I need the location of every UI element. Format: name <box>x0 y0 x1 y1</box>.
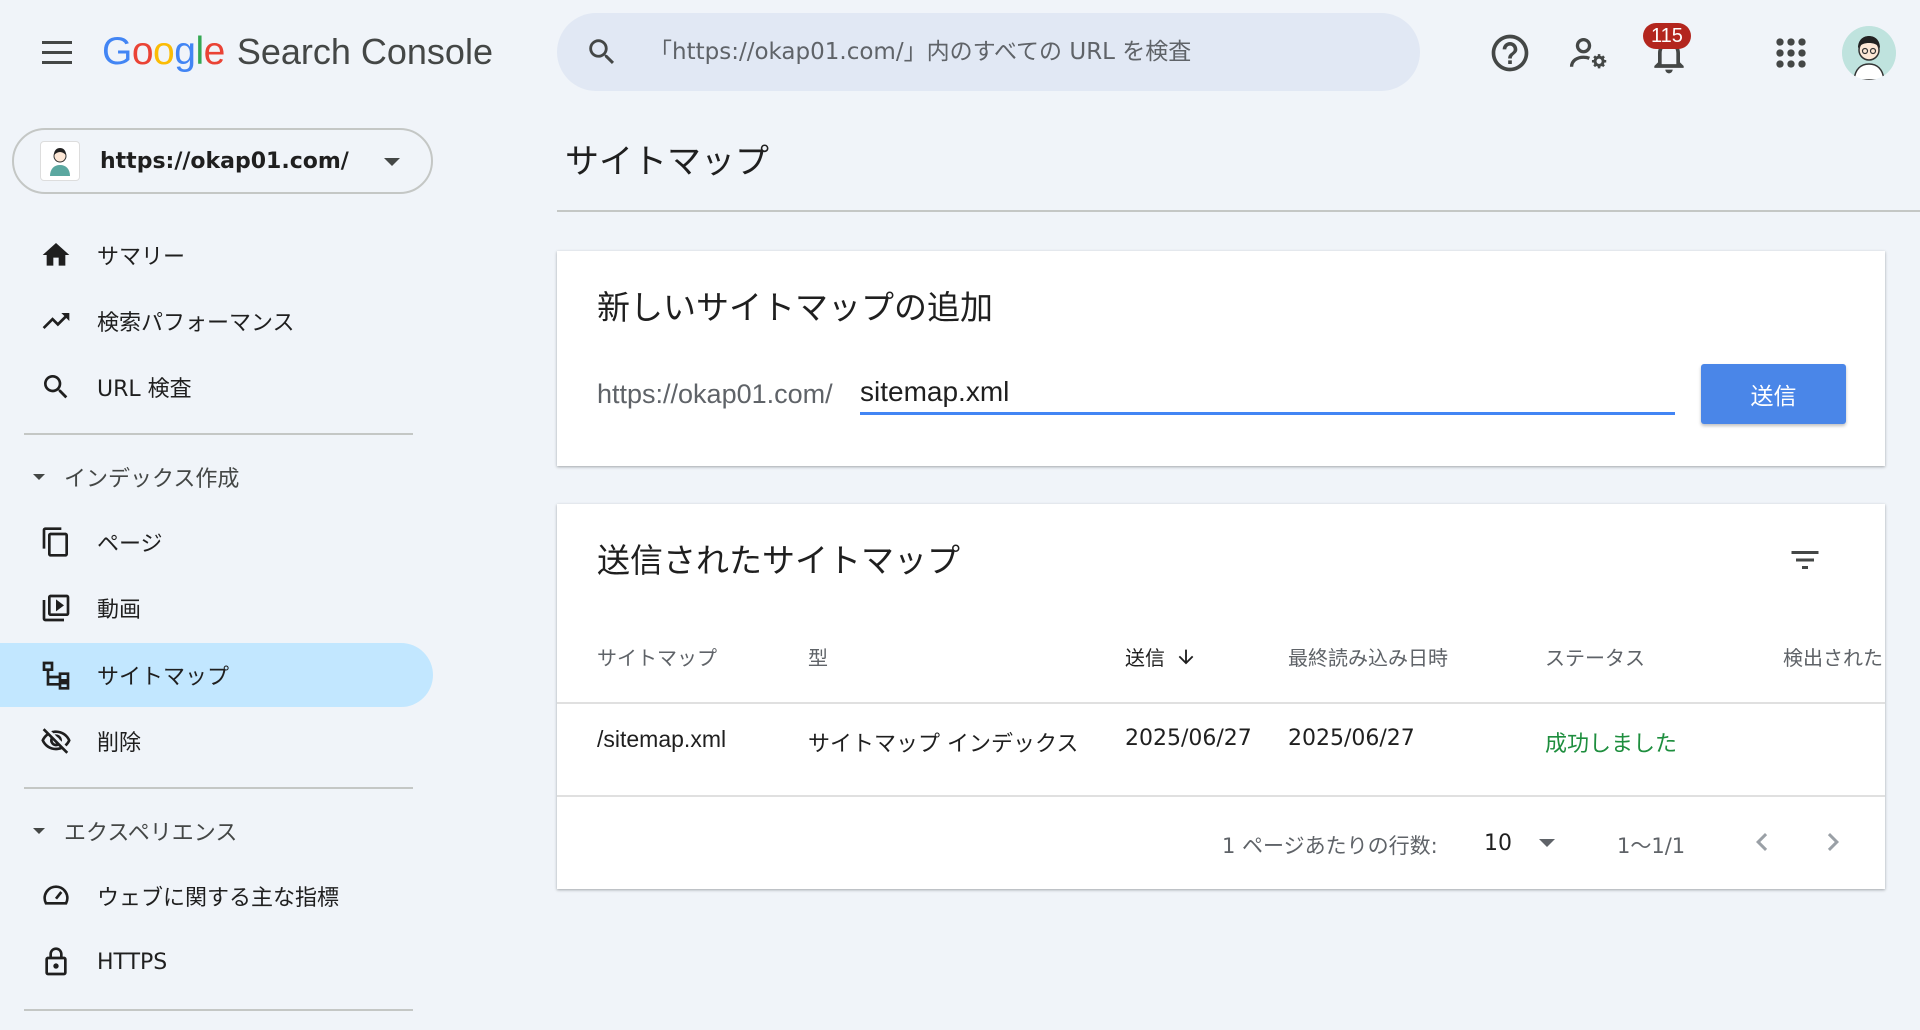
sidebar-item-label: 検索パフォーマンス <box>97 311 295 336</box>
column-header-sitemap[interactable]: サイトマップ <box>597 642 717 671</box>
rows-per-page-label: 1 ページあたりの行数: <box>1222 834 1438 858</box>
cell-sitemap[interactable]: /sitemap.xml <box>597 726 726 753</box>
sidebar-item-label: ページ <box>97 532 163 557</box>
visibility-off-icon <box>40 725 72 757</box>
lock-icon <box>40 946 72 978</box>
cell-last-read: 2025/06/27 <box>1288 726 1415 751</box>
table-divider <box>557 702 1885 704</box>
account-avatar[interactable] <box>1842 26 1896 80</box>
url-inspection-search[interactable] <box>557 13 1420 91</box>
sidebar-item-url-inspection[interactable]: URL 検査 <box>0 355 433 419</box>
cell-submitted: 2025/06/27 <box>1125 726 1252 751</box>
chevron-down-icon <box>1538 837 1556 849</box>
property-favicon <box>40 141 80 181</box>
submitted-sitemaps-card: 送信されたサイトマップ サイトマップ 型 送信 最終読み込み日時 ステータス 検… <box>557 504 1885 889</box>
add-sitemap-card: 新しいサイトマップの追加 https://okap01.com/ 送信 <box>557 251 1885 466</box>
home-icon <box>40 239 72 271</box>
add-sitemap-title: 新しいサイトマップの追加 <box>597 288 993 327</box>
previous-page-icon[interactable] <box>1744 824 1780 860</box>
sidebar-item-video[interactable]: 動画 <box>0 576 433 640</box>
notification-badge: 115 <box>1643 23 1691 49</box>
sitemap-url-prefix: https://okap01.com/ <box>597 379 833 409</box>
logo-letter: o <box>131 30 154 73</box>
pages-icon <box>40 526 72 558</box>
section-label: インデックス作成 <box>64 467 240 492</box>
top-bar: G o o g l e Search Console 115 <box>0 0 1920 108</box>
search-icon <box>40 371 72 403</box>
cell-type: サイトマップ インデックス <box>808 732 1079 757</box>
caret-down-icon <box>32 472 46 482</box>
column-header-type[interactable]: 型 <box>808 642 828 671</box>
property-selector[interactable]: https://okap01.com/ <box>12 128 433 194</box>
sidebar-item-sitemaps[interactable]: サイトマップ <box>0 643 433 707</box>
sitemap-url-input[interactable] <box>860 371 1675 415</box>
cell-status: 成功しました <box>1545 732 1678 757</box>
caret-down-icon <box>32 826 46 836</box>
sidebar-divider <box>24 433 413 435</box>
sidebar-item-removals[interactable]: 削除 <box>0 709 433 773</box>
column-header-submitted[interactable]: 送信 <box>1125 642 1197 671</box>
sidebar-item-label: HTTPS <box>97 949 168 975</box>
sidebar-divider <box>24 787 413 789</box>
column-header-status[interactable]: ステータス <box>1545 642 1645 671</box>
product-name: Search Console <box>236 31 493 72</box>
search-input[interactable] <box>649 39 1389 65</box>
logo-letter: g <box>174 30 196 73</box>
main-menu-icon[interactable] <box>36 36 78 70</box>
sidebar-section-indexing[interactable]: インデックス作成 <box>0 452 433 502</box>
next-page-icon[interactable] <box>1815 824 1851 860</box>
sidebar-item-label: URL 検査 <box>97 377 192 402</box>
sidebar-item-performance[interactable]: 検索パフォーマンス <box>0 289 433 353</box>
arrow-down-icon <box>1175 646 1197 668</box>
page-range: 1〜1/1 <box>1617 834 1686 858</box>
logo-letter: G <box>102 30 132 73</box>
page-title: サイトマップ <box>565 142 769 182</box>
search-console-logo[interactable]: G o o g l e Search Console <box>102 30 493 80</box>
sidebar-section-experience[interactable]: エクスペリエンス <box>0 806 433 856</box>
sidebar-item-summary[interactable]: サマリー <box>0 223 433 287</box>
sidebar-item-label: 削除 <box>97 731 142 756</box>
chevron-down-icon <box>383 156 401 168</box>
sidebar-item-core-web-vitals[interactable]: ウェブに関する主な指標 <box>0 864 433 928</box>
logo-letter: o <box>153 30 175 73</box>
logo-letter: l <box>195 30 204 73</box>
video-icon <box>40 592 72 624</box>
section-label: エクスペリエンス <box>64 821 238 846</box>
property-url: https://okap01.com/ <box>100 148 349 174</box>
rows-per-page-value: 10 <box>1484 830 1512 856</box>
rows-per-page-select[interactable]: 10 <box>1484 826 1566 860</box>
help-icon[interactable] <box>1488 31 1532 75</box>
sitemap-icon <box>40 659 72 691</box>
sidebar-item-https[interactable]: HTTPS <box>0 930 433 994</box>
logo-letter: e <box>203 30 226 73</box>
title-divider <box>557 210 1920 212</box>
column-header-label: 送信 <box>1125 646 1165 670</box>
sidebar-item-label: サマリー <box>97 245 186 270</box>
sidebar-item-label: 動画 <box>97 598 142 623</box>
trending-up-icon <box>40 305 72 337</box>
search-icon[interactable] <box>585 35 619 69</box>
submit-sitemap-button[interactable]: 送信 <box>1701 364 1846 424</box>
submitted-sitemaps-title: 送信されたサイトマップ <box>597 541 960 580</box>
speed-icon <box>40 880 72 912</box>
column-header-last-read[interactable]: 最終読み込み日時 <box>1288 642 1448 671</box>
sidebar-item-label: サイトマップ <box>97 665 230 690</box>
sidebar-divider <box>24 1009 413 1011</box>
user-settings-icon[interactable] <box>1567 31 1611 75</box>
sidebar-item-label: ウェブに関する主な指標 <box>97 886 340 911</box>
filter-icon[interactable] <box>1787 542 1823 578</box>
column-header-discovered[interactable]: 検出された <box>1783 642 1885 671</box>
sidebar-item-pages[interactable]: ページ <box>0 510 433 574</box>
table-divider <box>557 795 1885 797</box>
apps-grid-icon[interactable] <box>1769 31 1813 75</box>
